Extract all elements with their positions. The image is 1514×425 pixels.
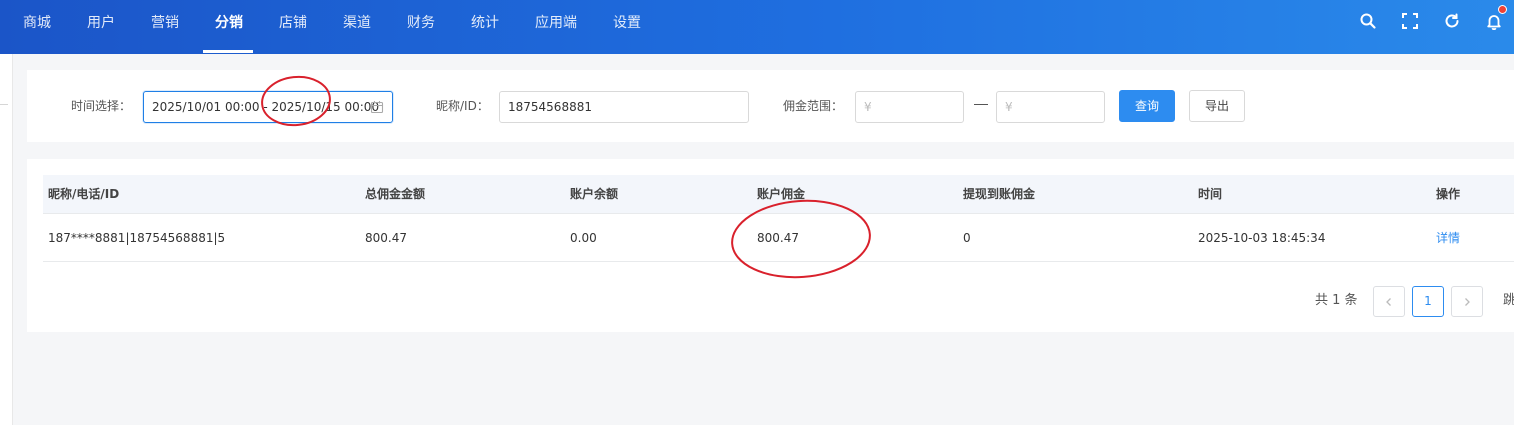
cell-time: 2025-10-03 18:45:34: [1198, 231, 1326, 245]
nav-item-distribution[interactable]: 分销: [215, 0, 243, 54]
commission-min-placeholder: ¥: [864, 100, 872, 114]
commission-range-label: 佣金范围：: [783, 99, 844, 113]
nickname-id-label: 昵称/ID：: [436, 99, 489, 113]
query-button[interactable]: 查询: [1119, 90, 1175, 122]
top-nav-bar: 商城 用户 营销 分销 店铺 渠道 财务 统计 应用端 设置: [0, 0, 1514, 54]
nav-item-statistics[interactable]: 统计: [471, 0, 499, 54]
nav-item-settings[interactable]: 设置: [613, 0, 641, 54]
range-separator: [974, 104, 988, 105]
column-header-user: 昵称/电话/ID: [48, 187, 120, 201]
nav-item-stores[interactable]: 店铺: [279, 0, 307, 54]
page-jump-label: 跳: [1503, 293, 1514, 308]
cell-withdrawn-commission: 0: [963, 231, 971, 245]
bell-icon[interactable]: [1485, 12, 1503, 30]
refresh-icon[interactable]: [1443, 12, 1461, 30]
nav-item-apps[interactable]: 应用端: [535, 0, 577, 54]
nickname-id-value: 18754568881: [508, 100, 592, 114]
notification-badge: [1498, 5, 1507, 14]
calendar-icon: [370, 100, 384, 114]
column-header-account-commission: 账户佣金: [757, 187, 806, 201]
fullscreen-icon[interactable]: [1401, 12, 1419, 30]
nickname-id-input[interactable]: 18754568881: [499, 91, 749, 123]
export-button[interactable]: 导出: [1189, 90, 1245, 122]
cell-account-commission: 800.47: [757, 231, 799, 245]
cell-account-balance: 0.00: [570, 231, 597, 245]
page-button-current[interactable]: 1: [1412, 286, 1444, 317]
time-range-label: 时间选择：: [71, 99, 132, 113]
nav-item-finance[interactable]: 财务: [407, 0, 435, 54]
column-header-withdrawn-commission: 提现到账佣金: [963, 187, 1036, 201]
column-header-account-balance: 账户余额: [570, 187, 619, 201]
time-range-picker[interactable]: 2025/10/01 00:00 - 2025/10/15 00:00: [143, 91, 393, 123]
commission-min-input[interactable]: ¥: [855, 91, 964, 123]
nav-item-users[interactable]: 用户: [87, 0, 115, 54]
pagination-total: 共 1 条: [1315, 293, 1358, 308]
search-icon[interactable]: [1359, 12, 1377, 30]
sidebar-collapsed: [0, 54, 13, 425]
column-header-time: 时间: [1198, 187, 1223, 201]
sidebar-divider: [0, 104, 8, 105]
next-page-button[interactable]: [1451, 286, 1483, 317]
active-nav-indicator: [203, 50, 253, 53]
nav-item-marketing[interactable]: 营销: [151, 0, 179, 54]
prev-page-button[interactable]: [1373, 286, 1405, 317]
cell-total-commission: 800.47: [365, 231, 407, 245]
nav-item-channels[interactable]: 渠道: [343, 0, 371, 54]
detail-link[interactable]: 详情: [1436, 214, 1460, 262]
cell-user: 187****8881|18754568881|5: [48, 231, 226, 245]
nav-item-mall[interactable]: 商城: [23, 0, 51, 54]
commission-max-placeholder: ¥: [1005, 100, 1013, 114]
column-header-action: 操作: [1436, 187, 1461, 201]
chevron-left-icon: [1386, 298, 1391, 306]
time-range-value: 2025/10/01 00:00 - 2025/10/15 00:00: [152, 100, 380, 114]
commission-max-input[interactable]: ¥: [996, 91, 1105, 123]
column-header-total-commission: 总佣金金额: [365, 187, 426, 201]
chevron-right-icon: [1465, 298, 1470, 306]
